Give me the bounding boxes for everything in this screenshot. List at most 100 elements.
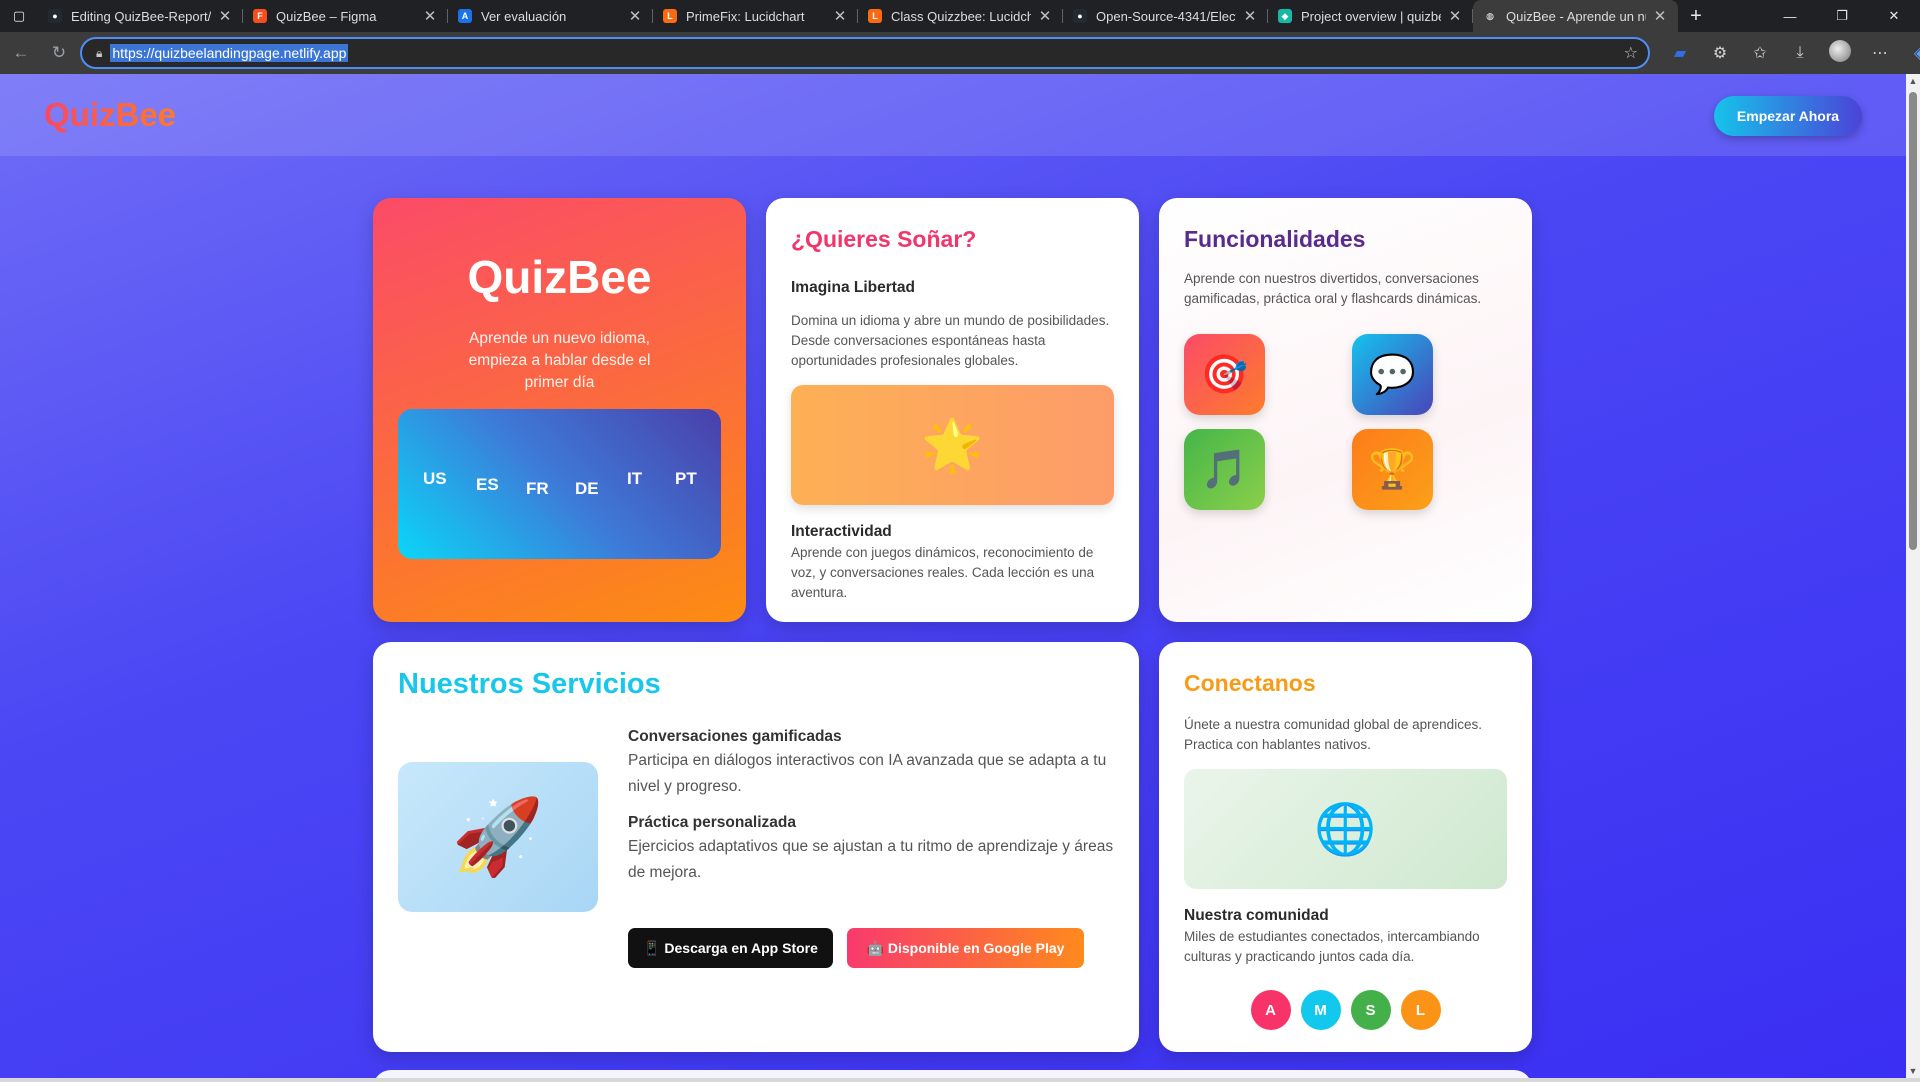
close-tab-icon[interactable]: ✕ bbox=[832, 7, 848, 25]
rocket-icon: 🚀 bbox=[451, 794, 545, 878]
features-title: Funcionalidades bbox=[1184, 226, 1366, 252]
site-logo[interactable]: QuizBee bbox=[44, 96, 176, 134]
globe-icon: ◍ bbox=[1483, 9, 1497, 23]
window-controls: — ❐ ✕ bbox=[1764, 0, 1920, 32]
features-text: Aprende con nuestros divertidos, convers… bbox=[1184, 271, 1482, 306]
github-icon: ● bbox=[48, 9, 62, 23]
browser-tab[interactable]: ● Open-Source-4341/Electro ✕ bbox=[1063, 0, 1268, 32]
google-play-button[interactable]: 🤖 Disponible en Google Play bbox=[847, 928, 1084, 968]
scroll-up-icon[interactable]: ▲ bbox=[1906, 76, 1920, 86]
services-illustration: 🚀 bbox=[398, 762, 598, 912]
close-tab-icon[interactable]: ✕ bbox=[1447, 7, 1463, 25]
reload-icon[interactable]: ↻ bbox=[42, 36, 76, 70]
address-bar[interactable]: 🔒︎ https://quizbeelandingpage.netlify.ap… bbox=[80, 37, 1650, 69]
browser-tab[interactable]: L PrimeFix: Lucidchart ✕ bbox=[653, 0, 858, 32]
browser-toolbar: ← ↻ 🔒︎ https://quizbeelandingpage.netlif… bbox=[0, 32, 1920, 74]
language-pt[interactable]: PT bbox=[675, 469, 697, 489]
browser-tab[interactable]: ◆ Project overview | quizbeela ✕ bbox=[1268, 0, 1473, 32]
app-store-button[interactable]: 📱 Descarga en App Store bbox=[628, 928, 833, 968]
dream-text: Domina un idioma y abre un mundo de posi… bbox=[791, 313, 1110, 368]
chat-icon[interactable]: 💬 bbox=[1352, 334, 1433, 415]
more-menu-icon[interactable]: ⋯ bbox=[1860, 43, 1900, 63]
dream-subheading: Interactividad bbox=[791, 523, 892, 540]
browser-tab[interactable]: L Class Quizzbee: Lucidchart ✕ bbox=[858, 0, 1063, 32]
browser-extensions: ▰ ⚙ ✩ ⤓ ⋯ ◈ bbox=[1660, 32, 1920, 74]
dream-heading: Imagina Libertad bbox=[791, 279, 916, 296]
app-icon: A bbox=[458, 9, 472, 23]
lock-icon[interactable]: 🔒︎ bbox=[96, 46, 102, 61]
netlify-icon: ◆ bbox=[1278, 9, 1292, 23]
minimize-icon[interactable]: — bbox=[1764, 0, 1816, 32]
services-list: Conversaciones gamificadas Participa en … bbox=[628, 728, 1118, 886]
close-tab-icon[interactable]: ✕ bbox=[422, 7, 438, 25]
language-fr[interactable]: FR bbox=[526, 479, 549, 499]
profile-avatar-icon[interactable] bbox=[1820, 39, 1860, 67]
connect-illustration: 🌐 bbox=[1184, 769, 1507, 889]
close-tab-icon[interactable]: ✕ bbox=[1652, 7, 1668, 25]
browser-tab-bar: ▢ ● Editing QuizBee-Report/RE ✕ F QuizBee – … bbox=[0, 0, 1920, 32]
extension-flag-icon[interactable]: ▰ bbox=[1660, 43, 1700, 63]
bookmark-star-icon[interactable]: ☆ bbox=[1624, 43, 1638, 63]
tab-title: Ver evaluación bbox=[481, 8, 567, 24]
avatar[interactable]: S bbox=[1350, 990, 1391, 1030]
tab-title: QuizBee – Figma bbox=[276, 8, 377, 24]
extensions-icon[interactable]: ⚙ bbox=[1700, 43, 1740, 63]
browser-tab[interactable]: ◍ QuizBee - Aprende un nue ✕ bbox=[1473, 0, 1678, 32]
page-viewport: QuizBee Empezar Ahora QuizBee Aprende un… bbox=[0, 74, 1906, 1078]
avatar[interactable]: A bbox=[1250, 990, 1291, 1030]
avatar[interactable]: M bbox=[1300, 990, 1341, 1030]
tab-actions-icon[interactable]: ▢ bbox=[0, 0, 38, 32]
figma-icon: F bbox=[253, 9, 267, 23]
page-scrollbar[interactable]: ▲ ▼ bbox=[1906, 74, 1920, 1078]
services-card: Nuestros Servicios 🚀 Conversaciones gami… bbox=[373, 642, 1139, 1052]
language-us[interactable]: US bbox=[423, 469, 447, 489]
copilot-icon[interactable]: ◈ bbox=[1900, 43, 1920, 63]
close-tab-icon[interactable]: ✕ bbox=[627, 7, 643, 25]
music-icon[interactable]: 🎵 bbox=[1184, 429, 1265, 510]
tab-title: Project overview | quizbeela bbox=[1301, 8, 1441, 24]
scroll-down-icon[interactable]: ▼ bbox=[1906, 1066, 1920, 1076]
language-it[interactable]: IT bbox=[627, 469, 642, 489]
github-icon: ● bbox=[1073, 9, 1087, 23]
dream-title: ¿Quieres Soñar? bbox=[791, 226, 977, 252]
languages-panel: US ES FR DE IT PT bbox=[398, 409, 721, 559]
close-tab-icon[interactable]: ✕ bbox=[1037, 7, 1053, 25]
lucidchart-icon: L bbox=[663, 9, 677, 23]
browser-tab[interactable]: ● Editing QuizBee-Report/RE ✕ bbox=[38, 0, 243, 32]
new-tab-button[interactable]: + bbox=[1678, 5, 1714, 28]
favorites-icon[interactable]: ✩ bbox=[1740, 43, 1780, 63]
service-2-title: Práctica personalizada bbox=[628, 814, 796, 831]
close-tab-icon[interactable]: ✕ bbox=[217, 7, 233, 25]
window-bottom-edge bbox=[0, 1078, 1920, 1082]
dream-card: ¿Quieres Soñar? Imagina Libertad Domina … bbox=[766, 198, 1139, 622]
restore-icon[interactable]: ❐ bbox=[1816, 0, 1868, 32]
language-es[interactable]: ES bbox=[476, 475, 499, 495]
connect-text: Únete a nuestra comunidad global de apre… bbox=[1184, 717, 1482, 752]
start-now-button[interactable]: Empezar Ahora bbox=[1714, 96, 1862, 136]
tab-title: PrimeFix: Lucidchart bbox=[686, 8, 805, 24]
star-icon: 🌟 bbox=[921, 416, 984, 473]
globe-icon: 🌐 bbox=[1314, 800, 1377, 857]
tab-title: Editing QuizBee-Report/RE bbox=[71, 8, 211, 24]
avatar[interactable]: L bbox=[1400, 990, 1441, 1030]
next-section-card bbox=[373, 1070, 1532, 1078]
browser-tab[interactable]: F QuizBee – Figma ✕ bbox=[243, 0, 448, 32]
site-header: QuizBee Empezar Ahora bbox=[0, 74, 1906, 156]
back-icon[interactable]: ← bbox=[4, 36, 38, 70]
tab-strip: ● Editing QuizBee-Report/RE ✕ F QuizBee – Fi… bbox=[38, 0, 1678, 32]
community-avatars: A M S L bbox=[1159, 990, 1532, 1030]
trophy-icon[interactable]: 🏆 bbox=[1352, 429, 1433, 510]
browser-tab[interactable]: A Ver evaluación ✕ bbox=[448, 0, 653, 32]
tab-title: Class Quizzbee: Lucidchart bbox=[891, 8, 1031, 24]
url-text[interactable]: https://quizbeelandingpage.netlify.app bbox=[110, 44, 349, 62]
language-de[interactable]: DE bbox=[575, 479, 599, 499]
hero-card: QuizBee Aprende un nuevo idioma, empieza… bbox=[373, 198, 746, 622]
close-window-icon[interactable]: ✕ bbox=[1868, 0, 1920, 32]
scrollbar-thumb[interactable] bbox=[1909, 92, 1917, 550]
downloads-icon[interactable]: ⤓ bbox=[1780, 44, 1820, 62]
connect-title: Conectanos bbox=[1184, 670, 1316, 696]
target-icon[interactable]: 🎯 bbox=[1184, 334, 1265, 415]
services-title: Nuestros Servicios bbox=[398, 668, 661, 700]
close-tab-icon[interactable]: ✕ bbox=[1242, 7, 1258, 25]
hero-subtitle: Aprende un nuevo idioma, empieza a habla… bbox=[468, 330, 651, 391]
